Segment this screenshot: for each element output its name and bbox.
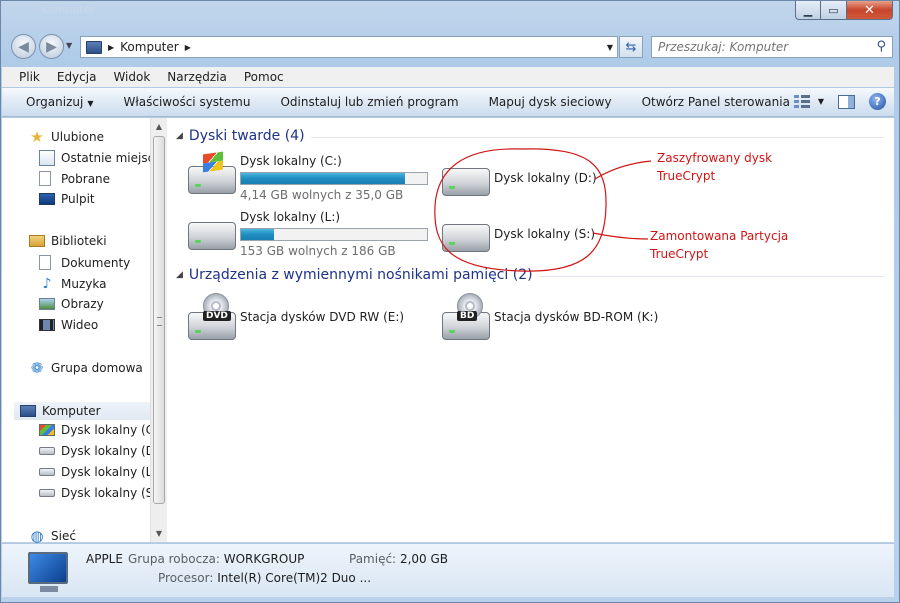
annotation-arrow-encrypted (594, 160, 652, 180)
annotation-line: Zaszyfrowany dysk (657, 151, 773, 165)
memory-info: Pamięć: 2,00 GB (349, 552, 448, 566)
workgroup-info: Grupa robocza: WORKGROUP (128, 552, 304, 566)
dvd-badge: DVD (203, 311, 231, 321)
workgroup-label: Grupa robocza: (128, 552, 220, 566)
explorer-window: Komputer ▁ ▭ ✕ ◀ ▶ ▼ ▶ Komputer ▶ ▼ ⇆ ⚲ … (0, 0, 900, 603)
computer-monitor-icon (28, 552, 68, 592)
annotation-encrypted: Zaszyfrowany dysk TrueCrypt (657, 149, 772, 185)
annotation-mounted: Zamontowana Partycja TrueCrypt (650, 227, 788, 263)
cpu-info: Procesor: Intel(R) Core(TM)2 Duo ... (158, 571, 371, 585)
cpu-label: Procesor: (158, 571, 214, 585)
memory-label: Pamięć: (349, 552, 397, 566)
annotation-line: Zamontowana Partycja (650, 229, 789, 243)
computer-name: APPLE (86, 552, 123, 566)
annotation-overlay (434, 148, 652, 272)
memory-value: 2,00 GB (399, 552, 449, 566)
annotation-line: TrueCrypt (650, 247, 709, 261)
workgroup-value: WORKGROUP (223, 552, 305, 566)
cpu-value: Intel(R) Core(TM)2 Duo ... (217, 571, 372, 585)
annotation-line: TrueCrypt (657, 169, 716, 183)
details-pane: APPLE Grupa robocza: WORKGROUP Pamięć: 2… (2, 543, 894, 597)
bd-badge: BD (457, 311, 478, 321)
annotation-circle (434, 148, 607, 272)
